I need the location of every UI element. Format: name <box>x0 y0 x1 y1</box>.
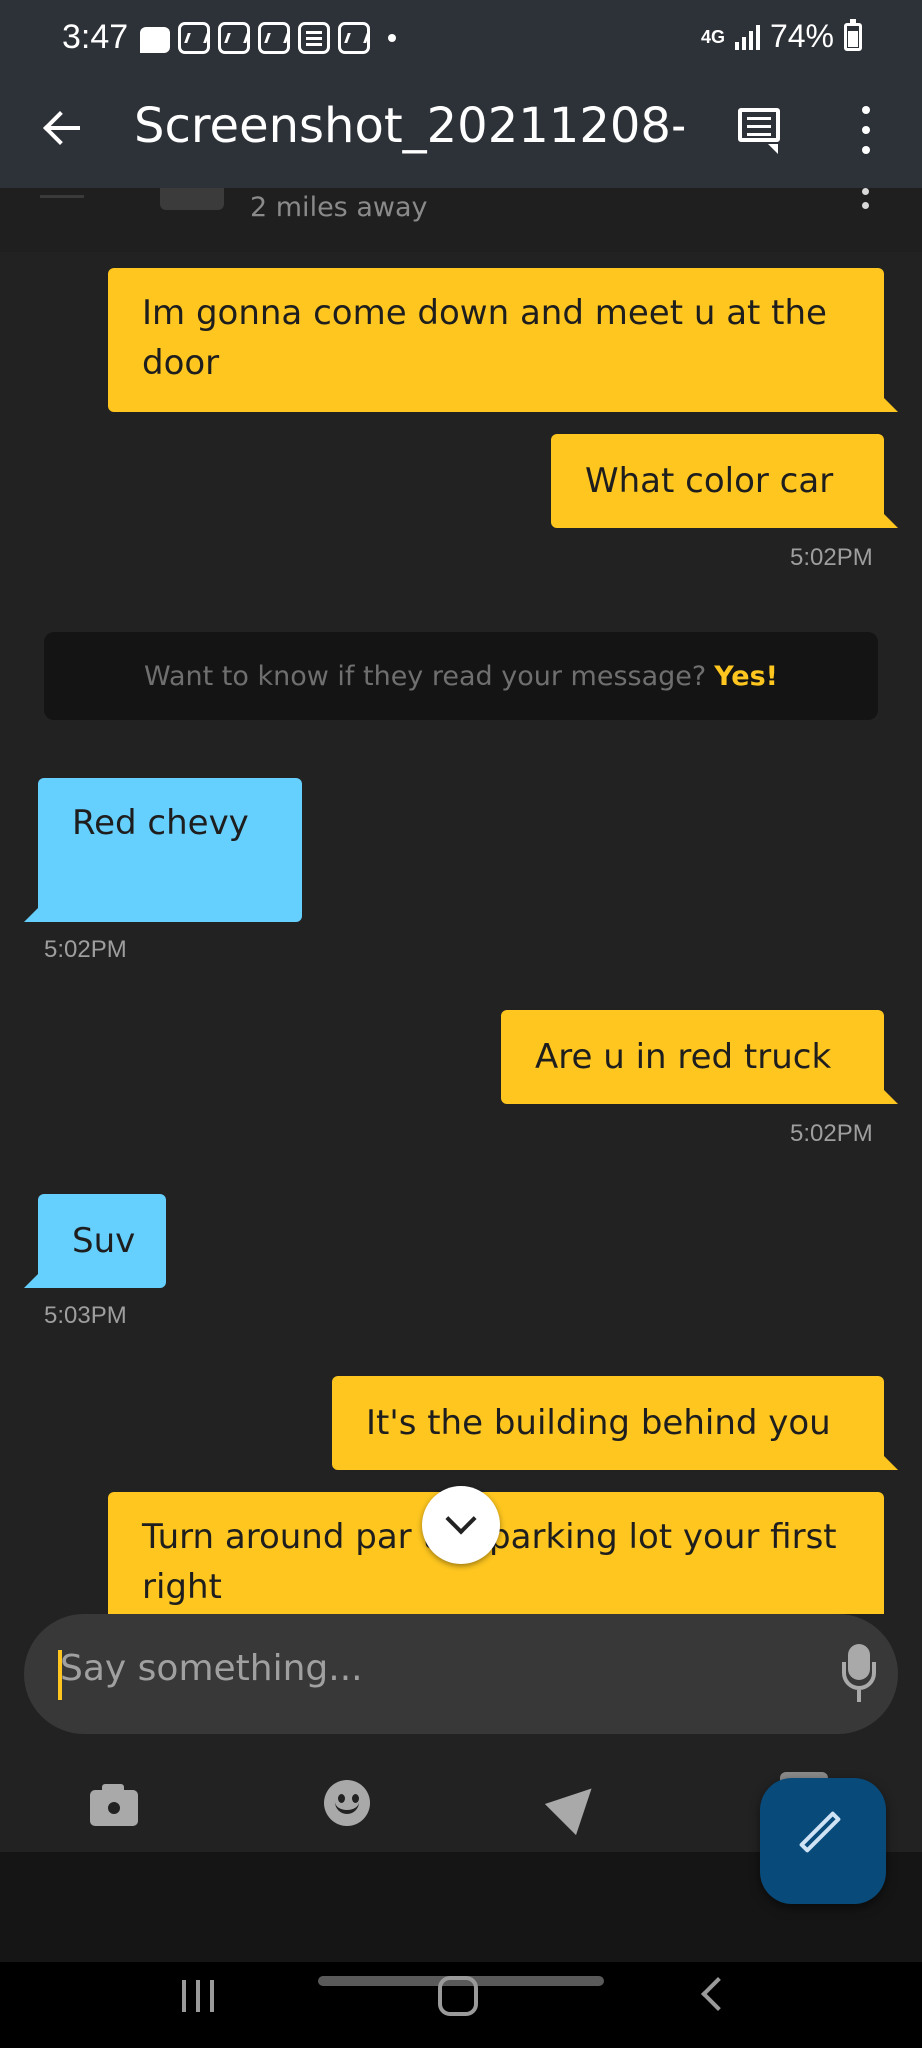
message-bubble-outgoing[interactable]: What color car <box>551 434 898 528</box>
page-title: Screenshot_20211208-... <box>134 98 684 154</box>
read-receipt-text: Want to know if they read your message? <box>143 660 707 692</box>
battery-icon <box>844 18 862 51</box>
message-timestamp: 5:02PM <box>790 544 873 571</box>
network-label: 4G <box>700 26 725 47</box>
message-list[interactable]: Im gonna come down and meet u at the doo… <box>0 252 922 1614</box>
emoji-icon[interactable] <box>318 1774 378 1834</box>
news-icon <box>298 22 330 54</box>
arrow-left-icon[interactable] <box>36 100 92 156</box>
message-bubble-incoming[interactable]: Suv <box>24 1194 166 1288</box>
system-nav-bar <box>0 1962 922 2048</box>
app-icon <box>178 22 210 54</box>
app-icon <box>218 22 250 54</box>
message-input[interactable]: Say something... <box>24 1614 898 1734</box>
read-receipt-yes-link[interactable]: Yes! <box>714 661 778 692</box>
app-icon <box>258 22 290 54</box>
message-timestamp: 5:02PM <box>790 1120 873 1147</box>
message-input-placeholder: Say something... <box>60 1648 363 1689</box>
status-time: 3:47 <box>62 18 129 56</box>
read-receipt-banner[interactable]: Want to know if they read your message? … <box>44 632 878 720</box>
back-icon[interactable] <box>701 1977 735 2011</box>
chat-back-icon[interactable] <box>40 188 84 198</box>
more-notifications-dot-icon <box>388 34 396 42</box>
camera-icon[interactable] <box>86 1774 146 1834</box>
scroll-to-bottom-button[interactable] <box>422 1486 500 1564</box>
microphone-icon[interactable] <box>842 1644 876 1704</box>
chat-header: 2 miles away <box>0 188 922 252</box>
recent-apps-icon[interactable] <box>180 1976 220 2016</box>
distance-label: 2 miles away <box>250 192 428 223</box>
avatar[interactable] <box>160 188 224 210</box>
status-indicators: 4G 74% <box>701 18 862 55</box>
pencil-icon <box>798 1810 842 1854</box>
message-timestamp: 5:03PM <box>44 1302 127 1329</box>
comment-icon[interactable] <box>734 104 786 156</box>
notification-icons <box>140 22 396 54</box>
home-icon[interactable] <box>438 1976 478 2016</box>
location-icon[interactable] <box>544 1772 608 1836</box>
app-icon <box>338 22 370 54</box>
chat-more-icon[interactable] <box>862 188 870 216</box>
message-icon <box>140 27 170 53</box>
battery-percent: 74% <box>769 18 834 54</box>
message-bubble-outgoing[interactable]: It's the building behind you <box>332 1376 898 1470</box>
compose-button[interactable] <box>760 1778 886 1904</box>
signal-icon <box>734 24 760 50</box>
message-bubble-outgoing[interactable]: Are u in red truck <box>501 1010 898 1104</box>
more-vert-icon[interactable] <box>856 104 876 158</box>
message-bubble-outgoing[interactable]: Im gonna come down and meet u at the doo… <box>108 268 898 412</box>
message-bubble-incoming[interactable]: Red chevy <box>24 778 302 922</box>
status-bar: 3:47 4G 74% <box>0 0 922 78</box>
message-timestamp: 5:02PM <box>44 936 127 963</box>
app-bar: Screenshot_20211208-... <box>0 78 922 188</box>
